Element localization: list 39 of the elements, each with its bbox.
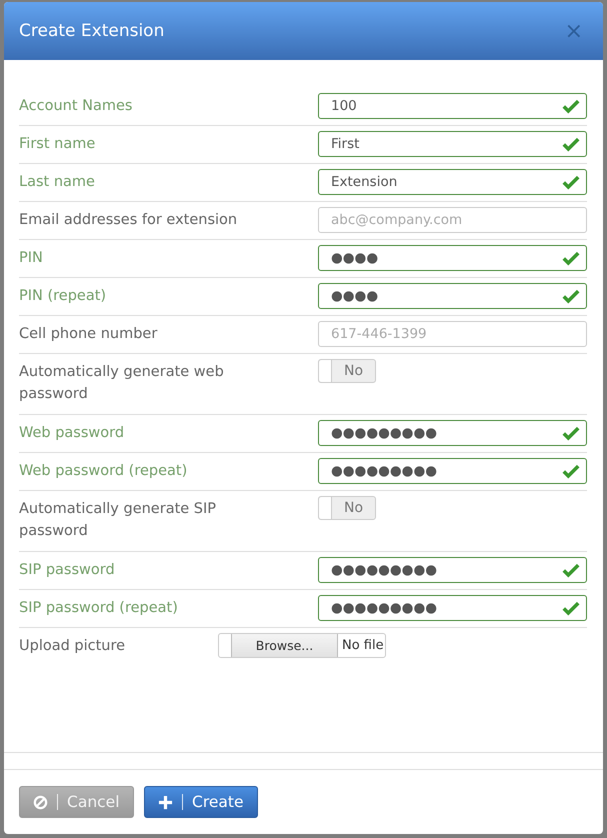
checkmark-icon — [562, 562, 580, 578]
input-field[interactable]: ●●●●●●●●● — [318, 420, 587, 446]
field-label: Email addresses for extension — [19, 211, 238, 230]
checkmark-icon — [562, 288, 580, 304]
checkmark-icon — [562, 600, 580, 616]
field-label: Cell phone number — [19, 325, 158, 344]
field-label: Automatically generate web password — [19, 363, 225, 404]
field-label: PIN — [19, 249, 44, 268]
create-button[interactable]: Create — [144, 786, 258, 818]
checkmark-icon — [562, 174, 580, 190]
input-field[interactable]: ●●●●●●●●● — [318, 557, 587, 583]
dialog-title: Create Extension — [19, 21, 164, 41]
field-label: Account Names — [19, 97, 134, 116]
toggle-switch[interactable]: No — [318, 359, 376, 383]
input-field[interactable]: ●●●● — [318, 283, 587, 309]
field-label: SIP password (repeat) — [19, 599, 179, 618]
input-field[interactable]: 100 — [318, 93, 587, 119]
checkmark-icon — [562, 136, 580, 152]
input-field[interactable]: Extension — [318, 169, 587, 195]
checkmark-icon — [562, 98, 580, 114]
plus-icon — [158, 794, 173, 810]
field-label: Last name — [19, 173, 96, 192]
field-label: Automatically generate SIP password — [19, 500, 218, 541]
checkmark-icon — [562, 426, 580, 440]
input-field[interactable]: ●●●●●●●●● — [318, 458, 587, 484]
ban-icon — [33, 794, 48, 810]
file-input[interactable]: Browse... No file — [218, 633, 386, 658]
toggle-switch[interactable]: No — [318, 496, 376, 520]
field-label: Upload picture — [19, 637, 126, 656]
field-label: PIN (repeat) — [19, 287, 108, 306]
field-label: Web password (repeat) — [19, 462, 188, 481]
checkmark-icon — [562, 250, 580, 266]
input-field[interactable]: First — [318, 131, 587, 157]
input-field[interactable]: ●●●● — [318, 245, 587, 271]
input-field[interactable]: ●●●●●●●●● — [318, 595, 587, 621]
checkmark-icon — [562, 464, 580, 478]
field-label: First name — [19, 135, 96, 154]
field-label: SIP password — [19, 561, 116, 580]
field-label: Web password — [19, 424, 126, 443]
